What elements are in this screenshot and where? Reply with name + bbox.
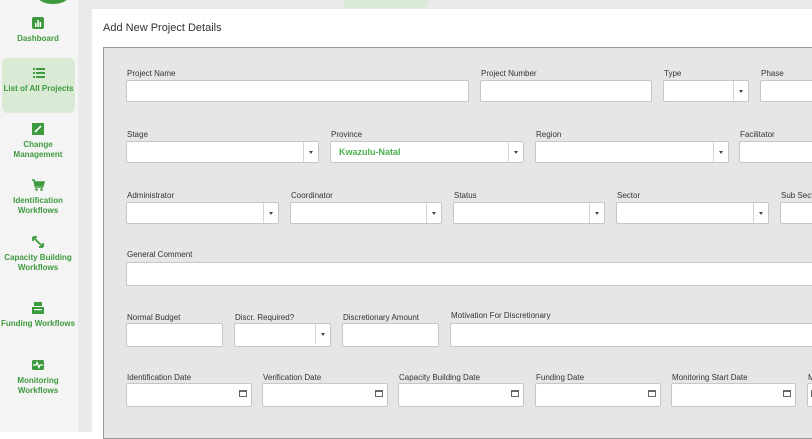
status-label: Status xyxy=(454,191,477,200)
motivation-input[interactable] xyxy=(450,323,812,347)
stage-select[interactable] xyxy=(126,141,319,163)
edit-icon xyxy=(32,123,44,135)
sidebar-item-capacity-building-workflows[interactable]: Capacity Building Workflows xyxy=(0,235,76,273)
identification-date-label: Identification Date xyxy=(127,373,192,382)
project-number-input[interactable] xyxy=(480,80,652,102)
verification-date-input[interactable] xyxy=(262,383,388,407)
sector-label: Sector xyxy=(617,191,641,200)
monitoring-start-date-input[interactable] xyxy=(671,383,796,407)
chevron-down-icon xyxy=(263,203,278,223)
arrows-icon xyxy=(32,236,44,248)
type-select[interactable] xyxy=(663,80,749,102)
add-project-modal: Add New Project Details Project Name Pro… xyxy=(92,9,812,439)
administrator-select[interactable] xyxy=(126,202,279,224)
sidebar-item-label: Dashboard xyxy=(17,34,59,43)
province-value: Kwazulu-Natal xyxy=(339,147,401,157)
coordinator-label: Coordinator xyxy=(291,191,333,200)
cut-off-date-input[interactable] xyxy=(807,383,812,407)
background-tab xyxy=(343,0,428,8)
sidebar: Dashboard List of All Projects Change Ma… xyxy=(0,0,79,432)
type-label: Type xyxy=(664,69,682,78)
identification-date-input[interactable] xyxy=(126,383,252,407)
funding-date-label: Funding Date xyxy=(536,373,585,382)
chevron-down-icon xyxy=(589,203,604,223)
province-label: Province xyxy=(331,130,363,139)
calendar-icon[interactable] xyxy=(239,390,247,397)
sidebar-item-label: Capacity Building Workflows xyxy=(4,253,72,272)
administrator-label: Administrator xyxy=(127,191,175,200)
chevron-down-icon xyxy=(733,81,748,101)
region-label: Region xyxy=(536,130,562,139)
register-icon xyxy=(32,302,44,314)
project-form: Project Name Project Number Type Phase S… xyxy=(103,47,812,439)
calendar-icon[interactable] xyxy=(511,390,519,397)
general-comment-input[interactable] xyxy=(126,262,812,286)
sidebar-item-change-management[interactable]: Change Management xyxy=(0,122,76,160)
calendar-icon[interactable] xyxy=(375,390,383,397)
pulse-icon xyxy=(32,360,44,370)
chevron-down-icon xyxy=(426,203,441,223)
project-name-label: Project Name xyxy=(127,69,176,78)
normal-budget-input[interactable] xyxy=(126,323,223,347)
list-icon xyxy=(32,68,45,78)
sidebar-item-label: Identification Workflows xyxy=(13,196,63,215)
sidebar-item-label: Monitoring Workflows xyxy=(17,376,59,395)
funding-date-input[interactable] xyxy=(535,383,661,407)
cut-off-label: M xyxy=(808,373,812,382)
chevron-down-icon xyxy=(508,142,523,162)
monitoring-start-date-label: Monitoring Start Date xyxy=(672,373,748,382)
sector-select[interactable] xyxy=(616,202,769,224)
chevron-down-icon xyxy=(303,142,318,162)
sidebar-item-identification-workflows[interactable]: Identification Workflows xyxy=(0,178,76,216)
facilitator-select[interactable] xyxy=(739,141,812,163)
chevron-down-icon xyxy=(315,324,330,344)
normal-budget-label: Normal Budget xyxy=(127,313,181,322)
project-name-input[interactable] xyxy=(126,80,469,102)
sidebar-item-list-of-all-projects[interactable]: List of All Projects xyxy=(2,58,75,113)
sidebar-item-label: Funding Workflows xyxy=(0,319,76,328)
bar-chart-icon xyxy=(32,17,44,29)
phase-select[interactable] xyxy=(760,80,812,102)
region-select[interactable] xyxy=(535,141,729,163)
general-comment-label: General Comment xyxy=(127,250,193,259)
chevron-down-icon xyxy=(713,142,728,162)
discr-required-select[interactable] xyxy=(234,323,331,347)
project-number-label: Project Number xyxy=(481,69,537,78)
discretionary-amount-input[interactable] xyxy=(342,323,439,347)
discretionary-amount-label: Discretionary Amount xyxy=(343,313,420,322)
facilitator-label: Facilitator xyxy=(740,130,775,139)
calendar-icon[interactable] xyxy=(648,390,656,397)
cart-icon xyxy=(32,179,45,191)
phase-label: Phase xyxy=(761,69,784,78)
motivation-label: Motivation For Discretionary xyxy=(451,311,551,320)
status-select[interactable] xyxy=(453,202,605,224)
coordinator-select[interactable] xyxy=(290,202,442,224)
capacity-building-date-input[interactable] xyxy=(398,383,524,407)
sidebar-item-label: Change Management xyxy=(13,140,63,159)
capacity-building-date-label: Capacity Building Date xyxy=(399,373,480,382)
stage-label: Stage xyxy=(127,130,148,139)
app-logo xyxy=(30,0,76,4)
discr-required-label: Discr. Required? xyxy=(235,313,295,322)
sidebar-item-funding-workflows[interactable]: Funding Workflows xyxy=(0,301,76,329)
sidebar-item-dashboard[interactable]: Dashboard xyxy=(0,16,76,44)
sidebar-item-label: List of All Projects xyxy=(3,84,74,93)
verification-date-label: Verification Date xyxy=(263,373,322,382)
sub-sector-label: Sub Sect xyxy=(781,191,812,200)
modal-title: Add New Project Details xyxy=(103,22,222,34)
sidebar-item-monitoring-workflows[interactable]: Monitoring Workflows xyxy=(0,358,76,396)
province-select[interactable]: Kwazulu-Natal xyxy=(330,141,524,163)
calendar-icon[interactable] xyxy=(783,390,791,397)
sub-sector-select[interactable] xyxy=(780,202,812,224)
chevron-down-icon xyxy=(753,203,768,223)
